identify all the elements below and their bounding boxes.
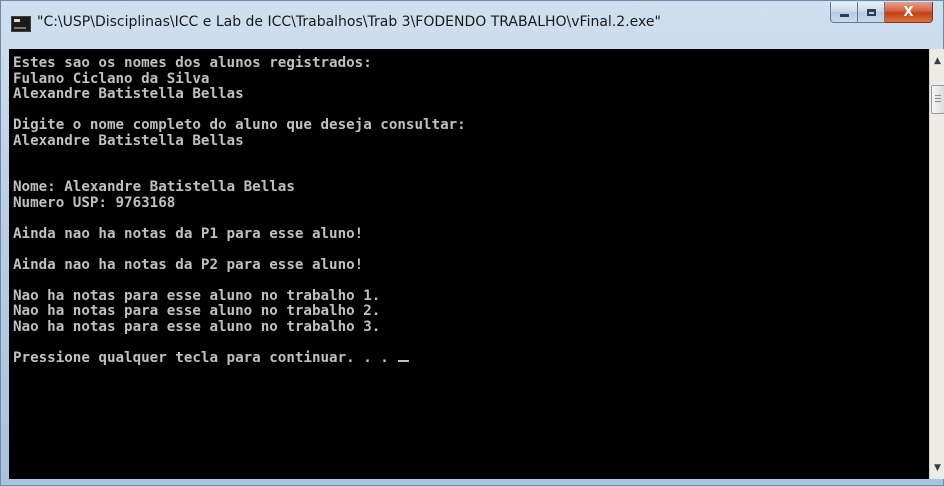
console-line: Nao ha notas para esse aluno no trabalho… <box>13 318 381 335</box>
caption-buttons: X <box>830 2 933 23</box>
maximize-button[interactable] <box>858 2 885 23</box>
console-line: Ainda nao ha notas da P2 para esse aluno… <box>13 256 364 273</box>
console-window: "C:\USP\Disciplinas\ICC e Lab de ICC\Tra… <box>0 0 944 486</box>
maximize-icon <box>866 8 876 16</box>
console-line: Nao ha notas para esse aluno no trabalho… <box>13 287 381 304</box>
console-line: Estes sao os nomes dos alunos registrado… <box>13 55 372 71</box>
close-icon: X <box>903 4 914 20</box>
console-app-icon[interactable] <box>11 16 31 32</box>
console-line: Fulano Ciclano da Silva <box>13 70 210 87</box>
console-line: Nao ha notas para esse aluno no trabalho… <box>13 303 381 319</box>
console-line: Ainda nao ha notas da P1 para esse aluno… <box>13 225 364 242</box>
close-button[interactable]: X <box>885 2 933 23</box>
window-title: "C:\USP\Disciplinas\ICC e Lab de ICC\Tra… <box>37 14 661 30</box>
console-prompt-line: Pressione qualquer tecla para continuar.… <box>13 349 398 366</box>
title-bar[interactable]: "C:\USP\Disciplinas\ICC e Lab de ICC\Tra… <box>1 1 943 41</box>
scroll-up-arrow-icon[interactable]: ▲ <box>930 52 944 69</box>
scrollbar-thumb[interactable] <box>931 85 944 114</box>
console-line: Nome: Alexandre Batistella Bellas <box>13 179 295 195</box>
console-text: Estes sao os nomes dos alunos registrado… <box>9 49 929 366</box>
minimize-icon <box>839 13 849 17</box>
vertical-scrollbar[interactable]: ▲ ▼ <box>929 49 944 479</box>
minimize-button[interactable] <box>830 2 858 23</box>
console-line: Alexandre Batistella Bellas <box>13 86 244 102</box>
console-line: Digite o nome completo do aluno que dese… <box>13 117 466 133</box>
console-line: Numero USP: 9763168 <box>13 194 176 211</box>
console-line: Alexandre Batistella Bellas <box>13 132 244 149</box>
text-cursor <box>398 359 410 362</box>
console-output-area[interactable]: Estes sao os nomes dos alunos registrado… <box>9 49 929 479</box>
scroll-down-arrow-icon[interactable]: ▼ <box>930 459 944 476</box>
